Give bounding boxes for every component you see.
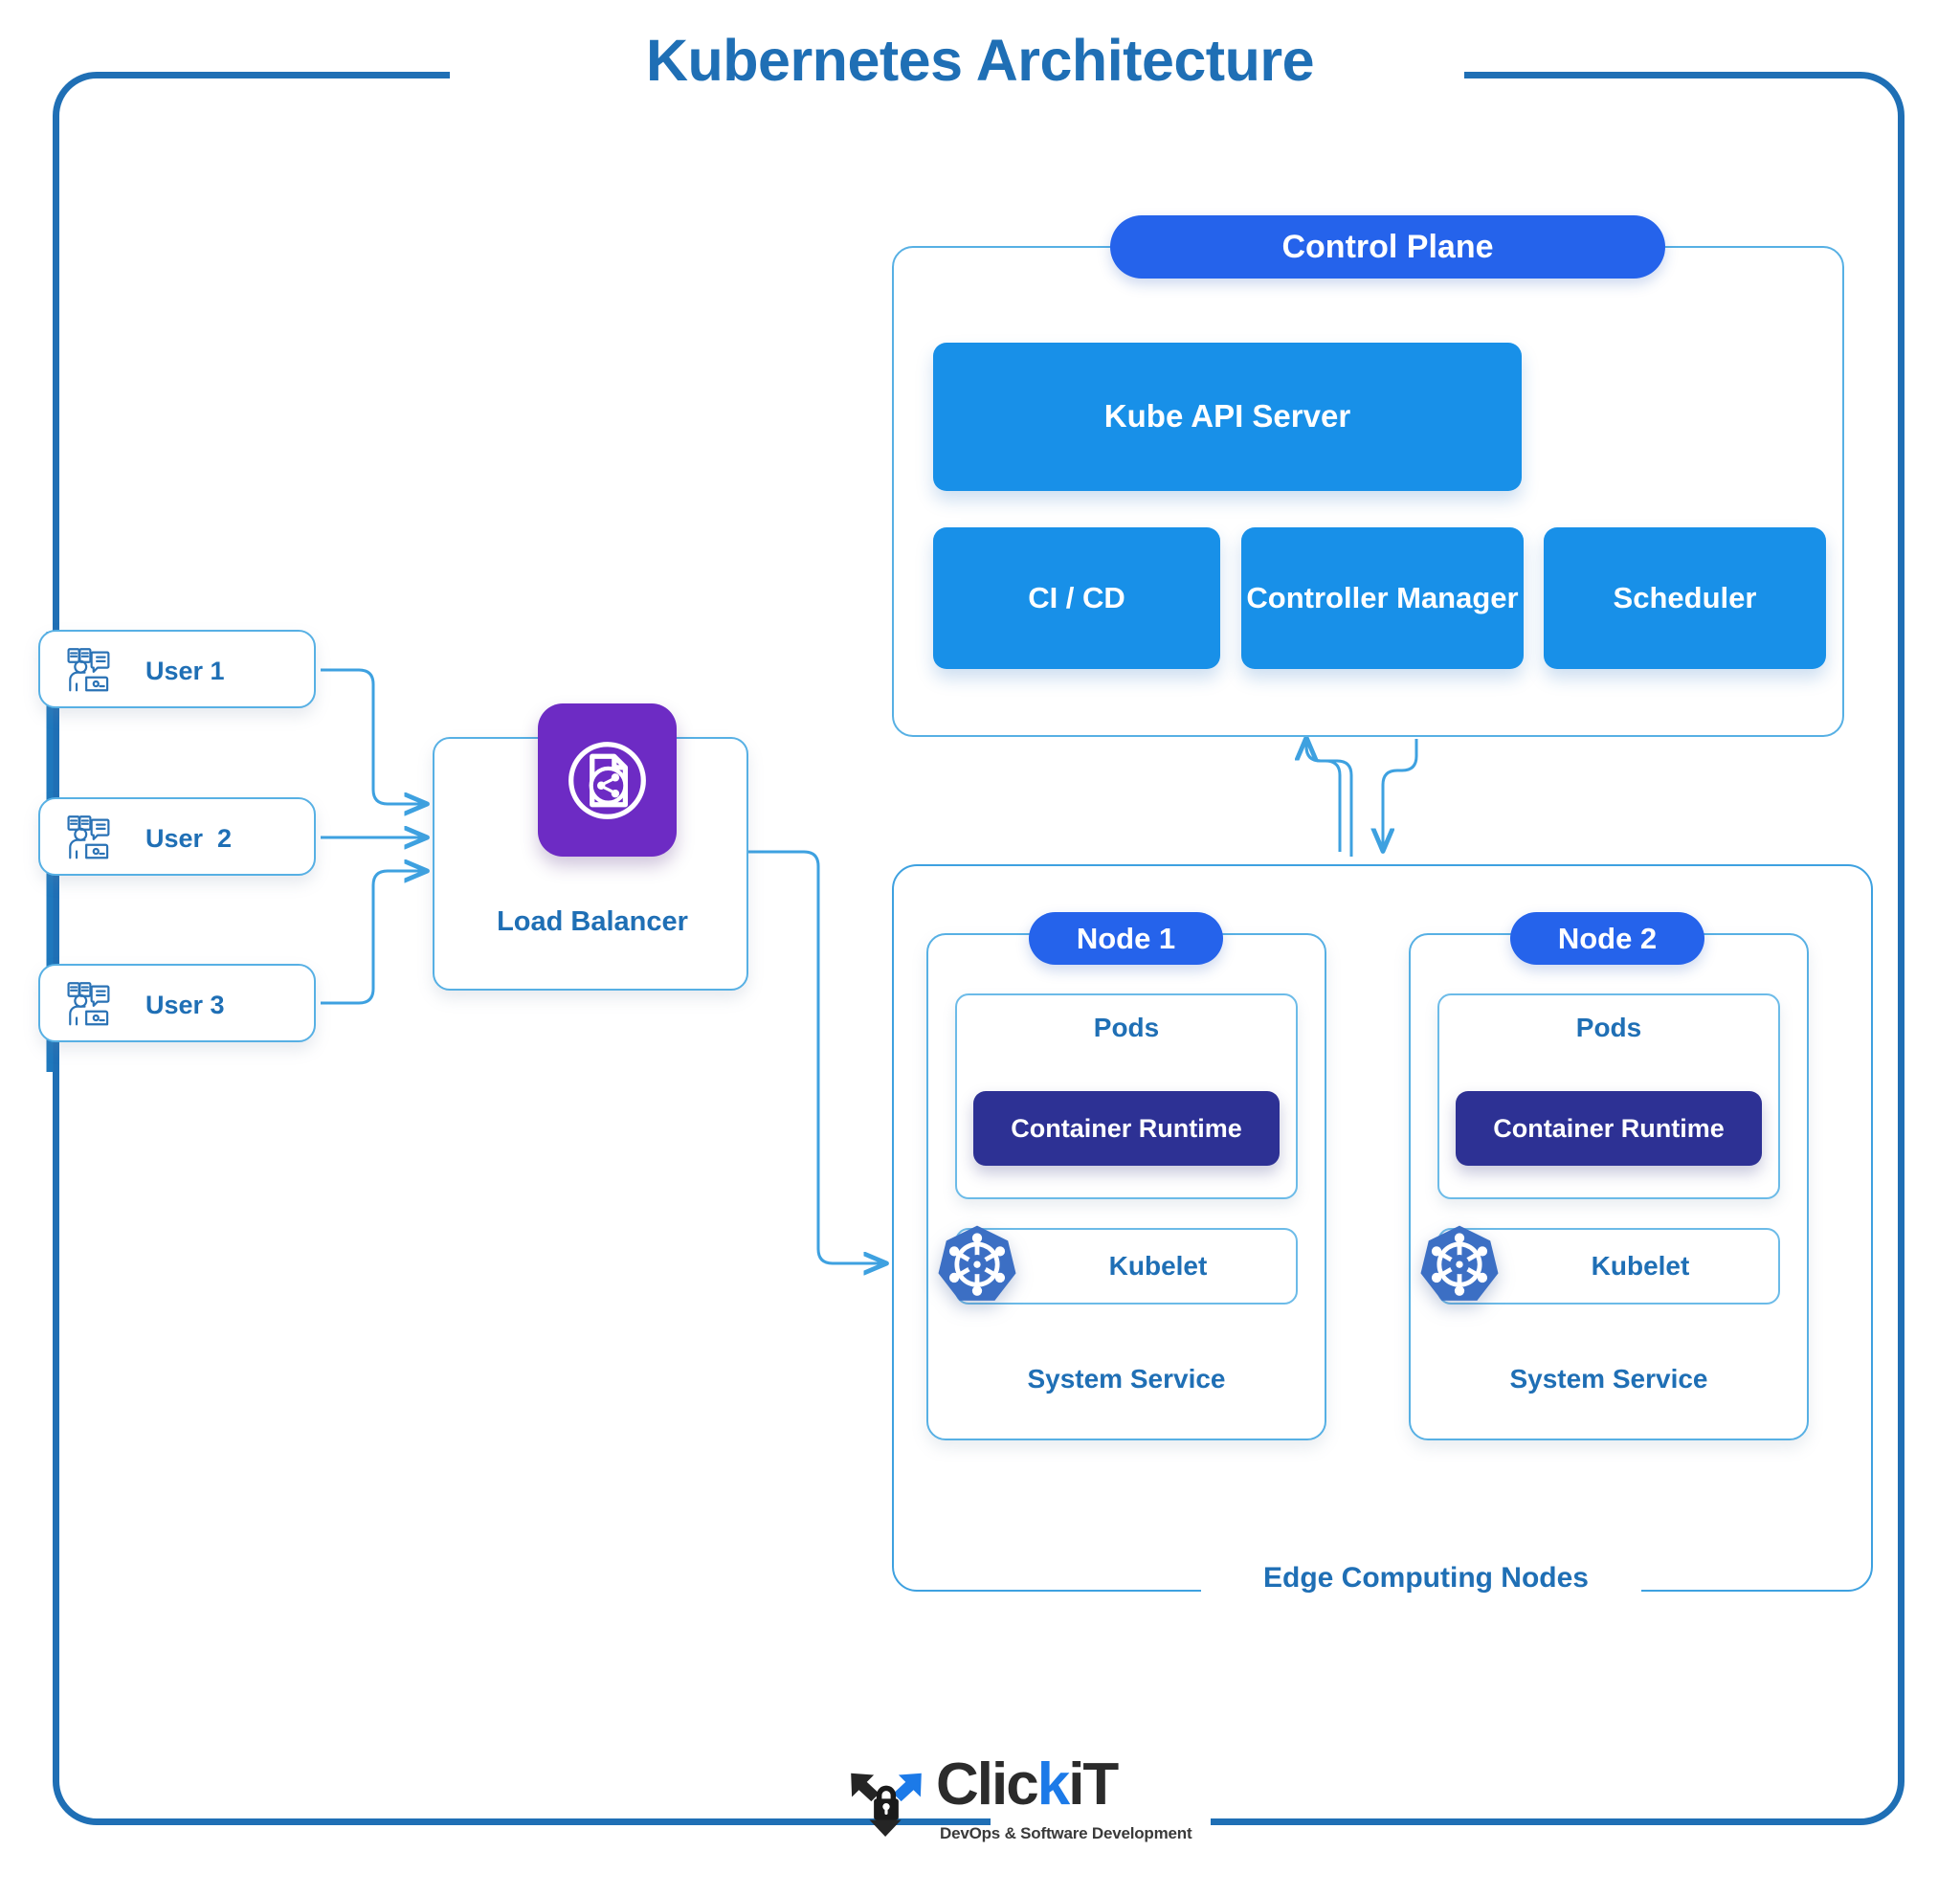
- wire-lb-edge: [748, 850, 885, 1263]
- controller-manager-tile[interactable]: Controller Manager: [1241, 527, 1524, 669]
- brand-name: ClickiT: [936, 1755, 1119, 1815]
- node-2-kubelet-label: Kubelet: [1591, 1251, 1690, 1281]
- brand-tagline: DevOps & Software Development: [940, 1824, 1192, 1842]
- node-1-pods-label: Pods: [1093, 1013, 1160, 1042]
- user-card-1-label: User 1: [145, 656, 225, 685]
- user-card-2-label: User 2: [145, 823, 233, 853]
- node-1-kubelet-label: Kubelet: [1108, 1251, 1208, 1281]
- scheduler-tile[interactable]: Scheduler: [1544, 527, 1826, 669]
- load-balancer-label: Load Balancer: [497, 906, 688, 937]
- node-2-container-runtime[interactable]: Container Runtime: [1456, 1091, 1762, 1166]
- wire-user3-lb: [321, 871, 426, 1005]
- node-1-container-runtime[interactable]: Container Runtime: [973, 1091, 1280, 1166]
- wire-cp-to-edge: [1383, 739, 1418, 850]
- ci-cd-tile[interactable]: CI / CD: [933, 527, 1220, 669]
- user-workstation-icon: [61, 979, 113, 1031]
- node-2-pods-label: Pods: [1575, 1013, 1642, 1042]
- brand-name-part1: Clic: [936, 1751, 1039, 1818]
- kubernetes-helm-icon: [933, 1222, 1021, 1310]
- user-card-1[interactable]: User 1: [38, 630, 316, 708]
- clickit-shield-lock-icon: [842, 1773, 930, 1851]
- brand-name-part3: iT: [1068, 1751, 1119, 1818]
- brand-logo: ClickiT DevOps & Software Development: [842, 1755, 1192, 1855]
- user-workstation-icon: [61, 645, 113, 697]
- user-card-2[interactable]: User 2: [38, 797, 316, 876]
- control-plane-title: Control Plane: [1110, 215, 1665, 279]
- user-card-3[interactable]: User 3: [38, 964, 316, 1042]
- node-2-title: Node 2: [1510, 912, 1704, 965]
- load-balancer-card[interactable]: Load Balancer: [433, 703, 748, 991]
- page-title: Kubernetes Architecture: [645, 28, 1315, 93]
- edge-computing-nodes-label: Edge Computing Nodes: [1263, 1562, 1589, 1594]
- user-card-3-label: User 3: [145, 990, 225, 1019]
- kubernetes-helm-icon: [1415, 1222, 1503, 1310]
- wire-edge-to-cp: [1306, 739, 1342, 852]
- user-workstation-icon: [61, 813, 113, 864]
- load-balancer-share-document-icon: [538, 703, 677, 857]
- node-1-title: Node 1: [1029, 912, 1223, 965]
- brand-name-part2: k: [1036, 1751, 1071, 1818]
- kube-api-server-tile[interactable]: Kube API Server: [933, 343, 1522, 491]
- diagram-canvas: Kubernetes Architecture User 1 User 2 Us…: [0, 0, 1960, 1896]
- node-1-system-service-label: System Service: [1027, 1364, 1226, 1394]
- wire-user1-lb: [321, 668, 426, 804]
- node-2-system-service-label: System Service: [1509, 1364, 1708, 1394]
